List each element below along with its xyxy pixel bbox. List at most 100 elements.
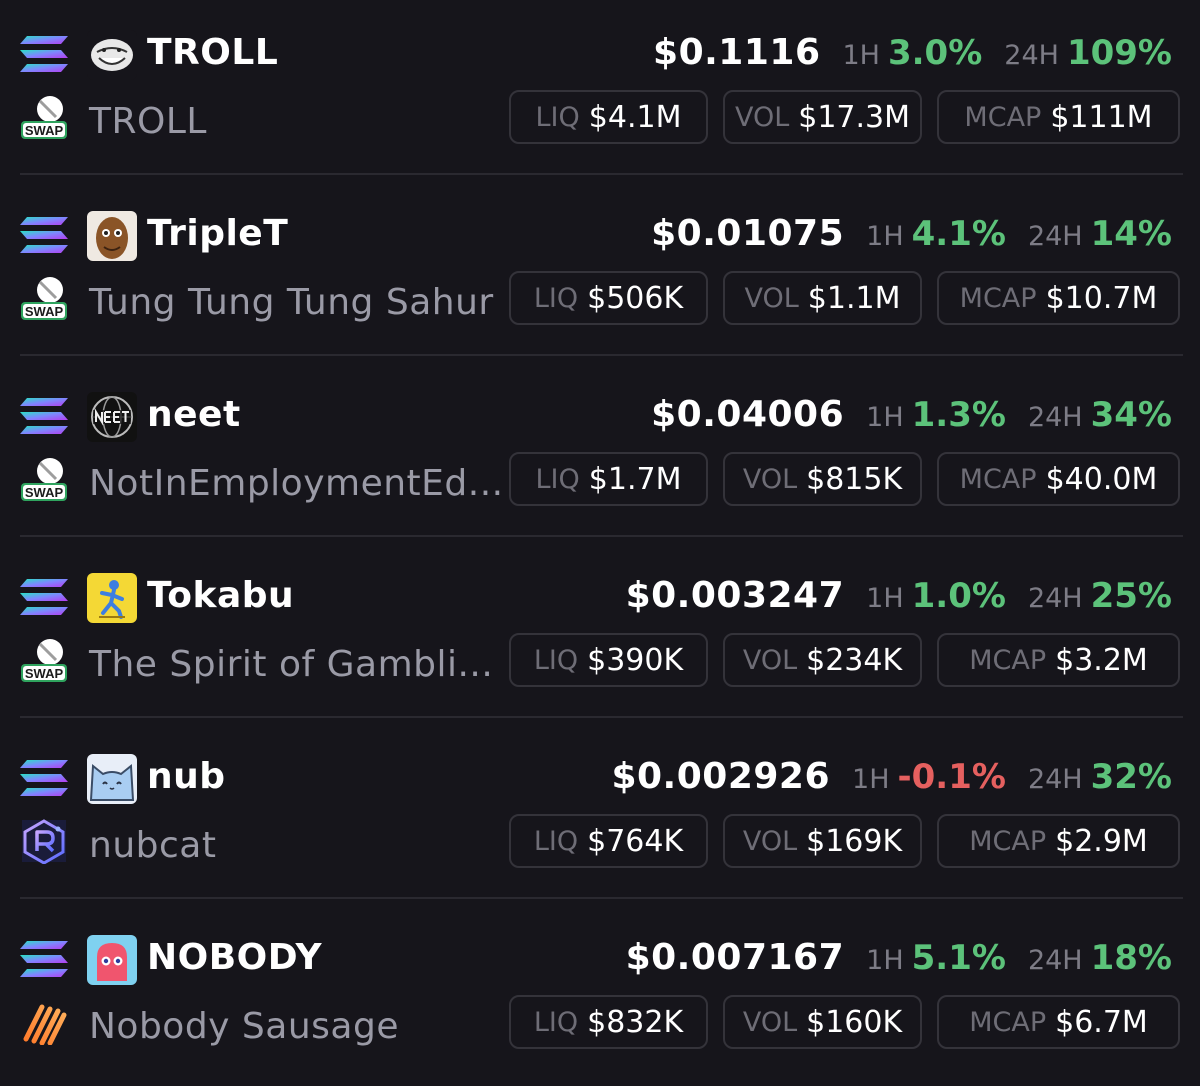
token-price: $0.01075 [651, 213, 845, 254]
h24-change: 25% [1090, 576, 1172, 616]
h24-label: 24H [1027, 402, 1083, 433]
h24-change: 14% [1090, 214, 1172, 254]
token-name: Nobody Sausage [89, 1006, 399, 1047]
mcap-value: $2.9M [1055, 823, 1148, 859]
liq-value: $506K [587, 280, 684, 316]
mcap-pill: MCAP $10.7M [937, 271, 1180, 325]
token-row[interactable]: nub $0.002926 1H -0.1% 24H 32% nubcat LI… [0, 724, 1200, 905]
vol-value: $1.1M [807, 280, 901, 316]
token-row[interactable]: NOBODY $0.007167 1H 5.1% 24H 18% Nobody … [0, 905, 1200, 1086]
mcap-pill: MCAP $111M [937, 90, 1180, 144]
h1-change: 3.0% [887, 33, 983, 73]
vol-label: VOL [742, 644, 798, 676]
wooden-figure-avatar [87, 211, 137, 261]
volume-pill: VOL $160K [723, 995, 922, 1049]
h1-change: 1.0% [911, 576, 1006, 616]
token-name: nubcat [89, 825, 217, 866]
solana-icon [20, 217, 68, 253]
h1-change: 1.3% [911, 395, 1006, 435]
cat-avatar [87, 754, 137, 804]
solana-icon [20, 579, 68, 615]
swap-icon: SWAP [21, 639, 67, 682]
token-symbol: TripleT [147, 213, 289, 254]
vol-label: VOL [744, 282, 799, 314]
token-symbol: TROLL [147, 32, 279, 73]
pink-ghost-avatar [87, 935, 137, 985]
h24-label: 24H [1027, 945, 1083, 976]
swap-label: SWAP [25, 123, 64, 138]
h24-change: 32% [1090, 757, 1172, 797]
h1-label: 1H [866, 221, 904, 252]
price-stats: $0.1116 1H 3.0% 24H 109% [653, 32, 1172, 74]
swap-label: SWAP [25, 485, 64, 500]
h24-label: 24H [1027, 221, 1083, 252]
mcap-label: MCAP [969, 644, 1047, 676]
stripes-icon [23, 1004, 67, 1045]
swap-icon: SWAP [21, 96, 67, 139]
vol-value: $234K [806, 642, 903, 678]
token-row[interactable]: Tokabu $0.003247 1H 1.0% 24H 25% SWAP Th… [0, 543, 1200, 724]
h24-label: 24H [1004, 40, 1059, 71]
divider [20, 535, 1183, 537]
token-symbol: Tokabu [147, 575, 295, 616]
mcap-label: MCAP [964, 101, 1042, 133]
liquidity-pill: LIQ $832K [509, 995, 708, 1049]
mcap-pill: MCAP $40.0M [937, 452, 1180, 506]
token-list: TROLL $0.1116 1H 3.0% 24H 109% SWAP TROL… [0, 0, 1200, 1068]
volume-pill: VOL $234K [723, 633, 922, 687]
h24-label: 24H [1027, 583, 1083, 614]
volume-pill: VOL $17.3M [723, 90, 922, 144]
vol-label: VOL [734, 101, 790, 133]
token-price: $0.04006 [651, 394, 845, 435]
token-price: $0.007167 [625, 937, 845, 978]
mcap-label: MCAP [959, 282, 1037, 314]
divider [20, 897, 1183, 899]
swap-label: SWAP [25, 304, 64, 319]
swap-icon: SWAP [21, 458, 67, 501]
liquidity-pill: LIQ $4.1M [509, 90, 708, 144]
h1-label: 1H [866, 945, 904, 976]
mcap-pill: MCAP $2.9M [937, 814, 1180, 868]
swap-icon: SWAP [21, 277, 67, 320]
price-stats: $0.007167 1H 5.1% 24H 18% [625, 937, 1172, 979]
vol-value: $17.3M [798, 99, 911, 135]
raydium-icon [22, 819, 66, 864]
mcap-value: $40.0M [1045, 461, 1158, 497]
token-price: $0.002926 [611, 756, 831, 797]
mcap-value: $3.2M [1055, 642, 1148, 678]
liq-value: $390K [587, 642, 684, 678]
liquidity-pill: LIQ $390K [509, 633, 708, 687]
vol-label: VOL [742, 1006, 798, 1038]
liq-value: $4.1M [588, 99, 682, 135]
liq-value: $1.7M [588, 461, 682, 497]
liq-label: LIQ [535, 463, 580, 495]
token-name: The Spirit of Gambli... [89, 644, 494, 685]
liq-label: LIQ [533, 644, 579, 676]
token-row[interactable]: TripleT $0.01075 1H 4.1% 24H 14% SWAP Tu… [0, 181, 1200, 362]
divider [20, 716, 1183, 718]
h1-change: 5.1% [911, 938, 1006, 978]
divider [20, 173, 1183, 175]
vol-value: $169K [806, 823, 903, 859]
trollface-avatar [87, 30, 137, 80]
token-name: Tung Tung Tung Sahur [89, 282, 494, 323]
price-stats: $0.002926 1H -0.1% 24H 32% [611, 756, 1172, 798]
swap-label: SWAP [25, 666, 64, 681]
price-stats: $0.04006 1H 1.3% 24H 34% [651, 394, 1172, 436]
mcap-value: $6.7M [1055, 1004, 1148, 1040]
token-row[interactable]: neet $0.04006 1H 1.3% 24H 34% SWAP NotIn… [0, 362, 1200, 543]
token-symbol: NOBODY [147, 937, 323, 978]
liquidity-pill: LIQ $506K [509, 271, 708, 325]
liq-label: LIQ [533, 282, 579, 314]
token-row[interactable]: TROLL $0.1116 1H 3.0% 24H 109% SWAP TROL… [0, 0, 1200, 181]
solana-icon [20, 760, 68, 796]
liq-value: $832K [587, 1004, 684, 1040]
token-symbol: nub [147, 756, 226, 797]
token-price: $0.1116 [653, 32, 821, 73]
divider [20, 354, 1183, 356]
mcap-value: $111M [1050, 99, 1153, 135]
h1-label: 1H [852, 764, 890, 795]
solana-icon [20, 941, 68, 977]
token-price: $0.003247 [625, 575, 845, 616]
h24-change: 109% [1066, 33, 1172, 73]
